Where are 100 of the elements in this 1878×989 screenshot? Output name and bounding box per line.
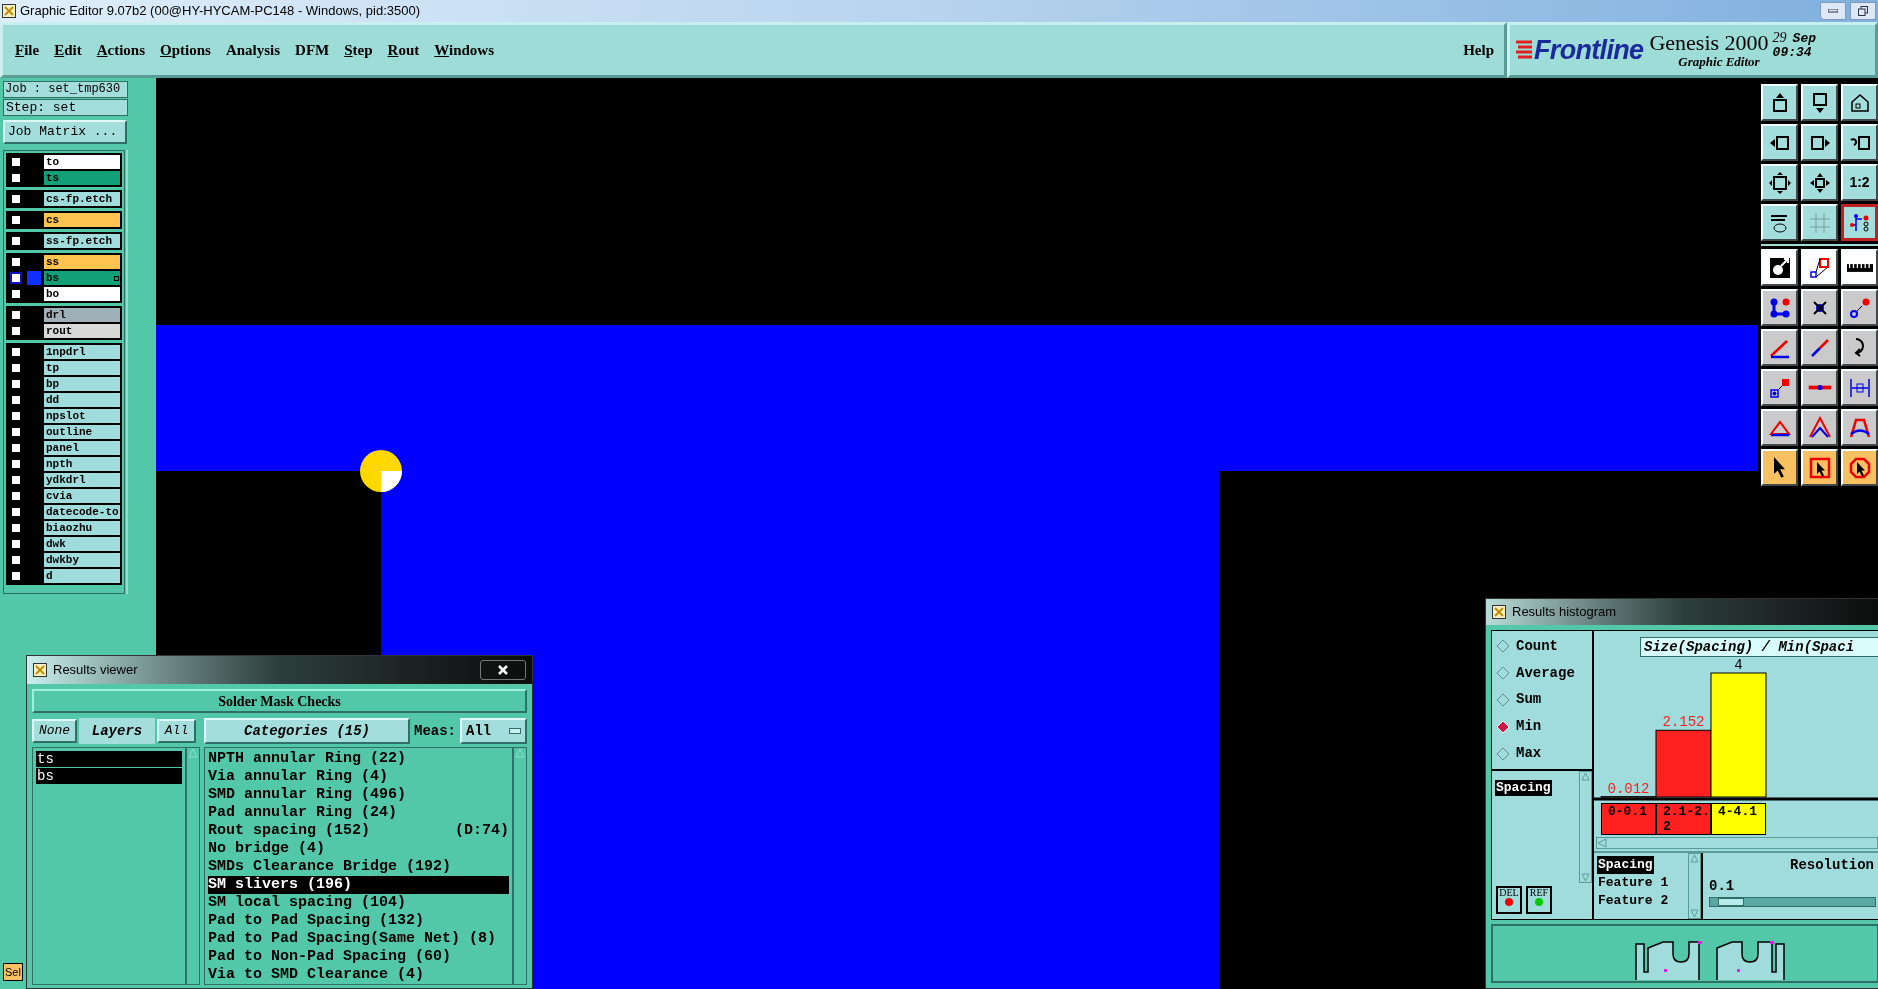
field-item[interactable]: Spacing <box>1597 856 1654 874</box>
layer-checkbox[interactable] <box>10 442 22 454</box>
layer-name[interactable]: to <box>44 155 120 169</box>
layer-checkbox[interactable] <box>10 410 22 422</box>
category-item[interactable]: SM slivers (196) <box>208 876 509 894</box>
layer-name[interactable]: ts <box>44 171 120 185</box>
mode-radio[interactable]: Min <box>1496 716 1592 738</box>
layer-checkbox[interactable] <box>10 570 22 582</box>
sel-tab[interactable]: Sel <box>3 963 23 981</box>
category-item[interactable]: SMD annular Ring (496) <box>208 786 509 804</box>
del-button[interactable]: DEL <box>1496 886 1522 914</box>
slider-thumb[interactable] <box>1718 898 1745 906</box>
layer-name[interactable]: 1npdrl <box>44 345 120 359</box>
layer-name[interactable]: ydkdrl <box>44 473 120 487</box>
layer-name[interactable]: datecode-to <box>44 505 120 519</box>
field-item[interactable]: Feature 2 <box>1597 892 1670 910</box>
meas-dropdown[interactable]: All <box>460 718 527 744</box>
resolution-slider[interactable] <box>1709 897 1876 907</box>
layer-name[interactable]: biaozhu <box>44 521 120 535</box>
app-icon <box>1492 605 1506 619</box>
layer-name[interactable]: panel <box>44 441 120 455</box>
menu-item[interactable]: Step <box>344 38 373 62</box>
layer-name[interactable]: ss <box>44 255 120 269</box>
category-item[interactable]: Pad annular Ring (24) <box>208 804 509 822</box>
menu-item[interactable]: Windows <box>434 38 495 62</box>
ref-button[interactable]: REF <box>1526 886 1552 914</box>
layer-name[interactable]: outline <box>44 425 120 439</box>
layer-checkbox[interactable] <box>10 426 22 438</box>
layer-name[interactable]: d <box>44 569 120 583</box>
layer-checkbox[interactable] <box>10 309 22 321</box>
layer-checkbox[interactable] <box>10 554 22 566</box>
layer-checkbox[interactable] <box>10 193 22 205</box>
menu-item[interactable]: Rout <box>387 38 420 62</box>
layer-name[interactable]: bs <box>44 271 120 285</box>
menu-item[interactable]: Edit <box>54 38 82 62</box>
layer-checkbox[interactable] <box>10 458 22 470</box>
mode-radio[interactable]: Average <box>1496 662 1592 684</box>
menu-item[interactable]: Analysis <box>225 38 281 62</box>
layer-checkbox[interactable] <box>10 256 22 268</box>
layer-checkbox[interactable] <box>10 214 22 226</box>
mode-radio[interactable]: Count <box>1496 635 1592 657</box>
layer-checkbox[interactable] <box>10 235 22 247</box>
layer-checkbox[interactable] <box>10 325 22 337</box>
layer-name[interactable]: npth <box>44 457 120 471</box>
layer-checkbox[interactable] <box>10 490 22 502</box>
layer-result-item[interactable]: bs <box>36 768 182 784</box>
layer-name[interactable]: tp <box>44 361 120 375</box>
layer-name[interactable]: bp <box>44 377 120 391</box>
layer-checkbox[interactable] <box>10 272 22 284</box>
measure-item[interactable]: Spacing <box>1495 780 1552 796</box>
close-button[interactable] <box>480 660 526 680</box>
layer-name[interactable]: ss-fp.etch <box>44 234 120 248</box>
layer-checkbox[interactable] <box>10 156 22 168</box>
category-item[interactable]: Pad to Pad Spacing(Same Net) (8) <box>208 930 509 948</box>
layer-name[interactable]: dd <box>44 393 120 407</box>
field-item[interactable]: Feature 1 <box>1597 874 1670 892</box>
layer-name[interactable]: dwkby <box>44 553 120 567</box>
layer-name[interactable]: cs-fp.etch <box>44 192 120 206</box>
job-matrix-button[interactable]: Job Matrix ... <box>3 120 127 144</box>
none-button[interactable]: None <box>32 719 77 743</box>
layer-checkbox[interactable] <box>10 522 22 534</box>
category-item[interactable]: Via annular Ring (4) <box>208 768 509 786</box>
menu-item[interactable]: DFM <box>295 38 330 62</box>
layer-checkbox[interactable] <box>10 474 22 486</box>
layer-name[interactable]: rout <box>44 324 120 338</box>
dot-icon <box>1505 898 1513 906</box>
layer-result-item[interactable]: ts <box>36 751 182 767</box>
layer-checkbox[interactable] <box>10 394 22 406</box>
layer-name[interactable]: drl <box>44 308 120 322</box>
menu-item[interactable]: Options <box>160 38 211 62</box>
mode-radio[interactable]: Sum <box>1496 689 1592 711</box>
category-item[interactable]: Via to SMD Clearance (4) <box>208 966 509 984</box>
menu-item[interactable]: Actions <box>96 38 146 62</box>
category-item[interactable]: Pad to Pad Spacing (132) <box>208 912 509 930</box>
restore-button[interactable] <box>1850 2 1876 20</box>
tool-button[interactable] <box>1841 204 1878 241</box>
category-item[interactable]: SMDs Clearance Bridge (192) <box>208 858 509 876</box>
layer-checkbox[interactable] <box>10 288 22 300</box>
layer-name[interactable]: npslot <box>44 409 120 423</box>
category-item[interactable]: SM local spacing (104) <box>208 894 509 912</box>
layer-name[interactable]: dwk <box>44 537 120 551</box>
layer-name[interactable]: cvia <box>44 489 120 503</box>
zoom-ratio-button[interactable]: 1:2 <box>1841 164 1878 201</box>
category-item[interactable]: Rout spacing (152) (D:74) <box>208 822 509 840</box>
categories-button[interactable]: Categories (15) <box>204 718 410 744</box>
layer-checkbox[interactable] <box>10 172 22 184</box>
layer-checkbox[interactable] <box>10 362 22 374</box>
category-item[interactable]: Pad to Non-Pad Spacing (60) <box>208 948 509 966</box>
help-menu[interactable]: Help <box>1463 38 1494 62</box>
layer-checkbox[interactable] <box>10 506 22 518</box>
layer-checkbox[interactable] <box>10 538 22 550</box>
layer-name[interactable]: bo <box>44 287 120 301</box>
layer-name[interactable]: cs <box>44 213 120 227</box>
category-item[interactable]: No bridge (4) <box>208 840 509 858</box>
layer-checkbox[interactable] <box>10 378 22 390</box>
layer-checkbox[interactable] <box>10 346 22 358</box>
menu-item[interactable]: File <box>15 38 40 62</box>
all-button[interactable]: All <box>157 719 196 743</box>
category-item[interactable]: NPTH annular Ring (22) <box>208 750 509 768</box>
mode-radio[interactable]: Max <box>1496 743 1592 765</box>
